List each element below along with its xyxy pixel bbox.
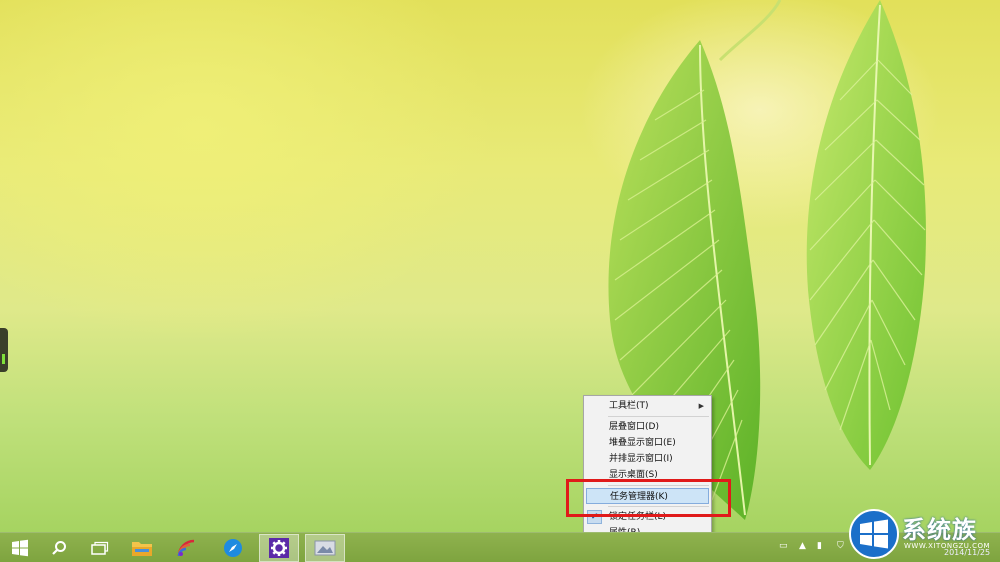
- menu-item-label: 堆叠显示窗口(E): [609, 438, 676, 448]
- photo-icon: [314, 540, 336, 556]
- compass-icon: [224, 539, 242, 557]
- start-button[interactable]: [0, 534, 40, 562]
- shield-icon[interactable]: ⛉: [837, 541, 844, 551]
- watermark: 系统族 WWW.XITONGZU.COM: [846, 504, 1000, 562]
- menu-separator: [608, 416, 709, 417]
- menu-item-side-by-side[interactable]: 并排显示窗口(I): [584, 451, 711, 467]
- folder-icon: [132, 542, 152, 556]
- menu-item-label: 层叠窗口(D): [609, 422, 659, 432]
- keyboard-icon[interactable]: ▭: [779, 541, 788, 551]
- photos-button[interactable]: [305, 534, 345, 562]
- show-hidden-icons-icon[interactable]: ▲: [799, 541, 806, 551]
- submenu-arrow-icon: ▶: [698, 402, 704, 410]
- file-explorer-button[interactable]: [122, 534, 162, 562]
- leaf-illustration: [580, 0, 940, 520]
- desktop-wallpaper: [0, 0, 1000, 532]
- annotation-highlight-box: [566, 479, 731, 517]
- rss-app-button[interactable]: [167, 534, 207, 562]
- windows-logo-icon: [12, 539, 28, 557]
- search-icon: [52, 541, 66, 555]
- battery-icon[interactable]: ▮: [817, 541, 822, 551]
- taskbar-context-menu: 工具栏(T) ▶ 层叠窗口(D) 堆叠显示窗口(E) 并排显示窗口(I) 显示桌…: [583, 395, 712, 544]
- brand-logo-icon: [849, 509, 899, 559]
- menu-item-label: 工具栏(T): [609, 401, 649, 411]
- task-view-icon: [91, 541, 109, 555]
- menu-item-stack-windows[interactable]: 堆叠显示窗口(E): [584, 435, 711, 451]
- brand-name: 系统族: [902, 516, 977, 544]
- menu-item-label: 并排显示窗口(I): [609, 454, 673, 464]
- menu-item-cascade-windows[interactable]: 层叠窗口(D): [584, 419, 711, 435]
- gear-icon: [269, 538, 289, 558]
- search-button[interactable]: [39, 534, 79, 562]
- menu-item-toolbars[interactable]: 工具栏(T) ▶: [584, 398, 711, 414]
- charms-handle[interactable]: [0, 328, 8, 372]
- rss-app-icon: [177, 539, 195, 557]
- task-view-button[interactable]: [80, 534, 120, 562]
- browser-app-button[interactable]: [213, 534, 253, 562]
- brand-url: WWW.XITONGZU.COM: [904, 542, 991, 550]
- settings-button[interactable]: [259, 534, 299, 562]
